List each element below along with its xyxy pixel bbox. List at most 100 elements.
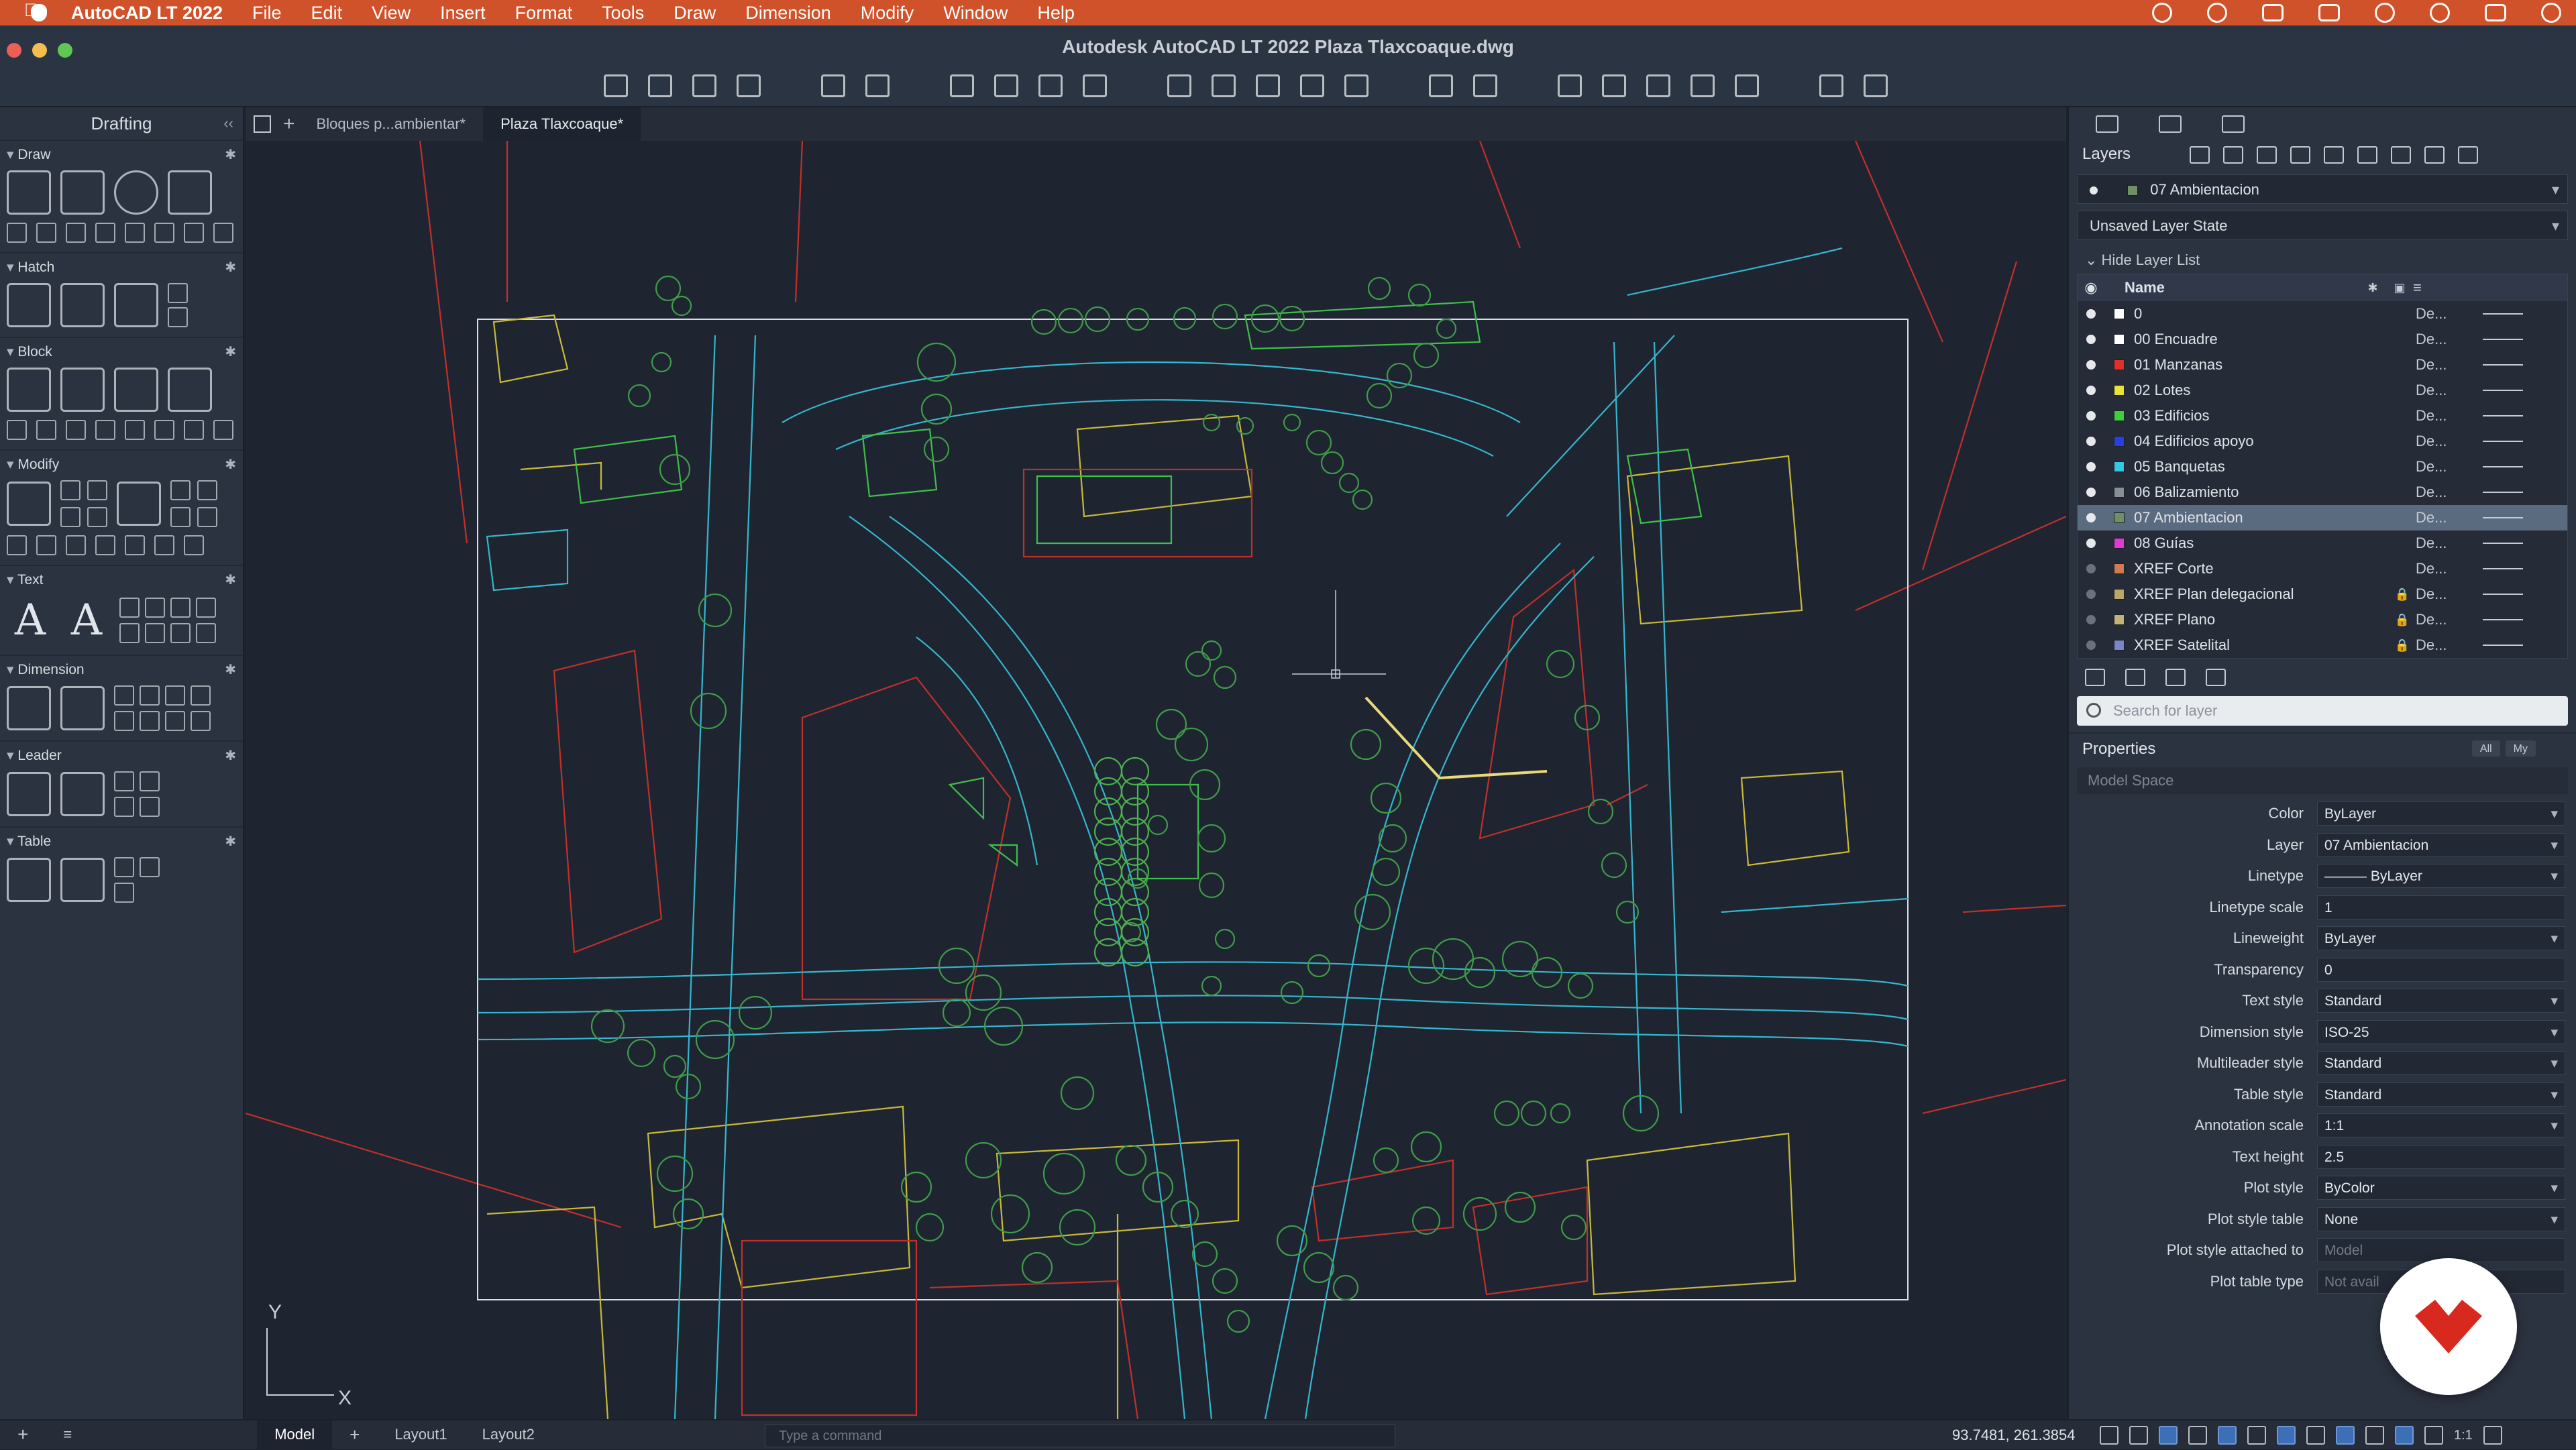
block-tool-2-icon[interactable]: [36, 420, 56, 440]
new-layout-icon[interactable]: +: [332, 1420, 377, 1449]
find-text-icon[interactable]: [145, 623, 165, 643]
new-file-icon[interactable]: [604, 74, 628, 97]
layer-visibility-toggle[interactable]: [2078, 535, 2104, 552]
layer-linetype[interactable]: De...: [2416, 560, 2483, 577]
menu-modify[interactable]: Modify: [861, 3, 914, 23]
filter-my-button[interactable]: My: [2505, 740, 2536, 757]
layer-unisolate-icon[interactable]: [2290, 146, 2310, 164]
region-tool-icon[interactable]: [168, 283, 188, 303]
menu-insert[interactable]: Insert: [440, 3, 486, 23]
property-value[interactable]: Standard: [2317, 1051, 2565, 1076]
layer-row[interactable]: 07 Ambientacion De...: [2078, 505, 2567, 531]
layer-visibility-toggle[interactable]: [2078, 636, 2104, 654]
layer-state-dropdown[interactable]: Unsaved Layer State: [2077, 211, 2568, 241]
layer-row[interactable]: XREF Plano 🔒 De...: [2078, 607, 2567, 632]
gear-icon[interactable]: ✱: [225, 144, 236, 166]
property-value[interactable]: 2.5: [2317, 1144, 2565, 1169]
menu-tools[interactable]: Tools: [602, 3, 644, 23]
layer-color-swatch[interactable]: [2114, 309, 2125, 319]
name-column-header[interactable]: Name: [2104, 279, 2359, 296]
lineweight-icon[interactable]: [2306, 1426, 2325, 1445]
layer-row[interactable]: 03 Edificios De...: [2078, 403, 2567, 429]
layer-color-swatch[interactable]: [2114, 614, 2125, 625]
layer-thaw-icon[interactable]: [2458, 146, 2478, 164]
dim-tool-3-icon[interactable]: [165, 685, 185, 706]
layer-color-swatch[interactable]: [2114, 436, 2125, 447]
grid-icon[interactable]: [2100, 1426, 2118, 1445]
layer-visibility-toggle[interactable]: [2078, 585, 2104, 603]
selection-cycling-icon[interactable]: [2365, 1426, 2384, 1445]
annotation-scale-value[interactable]: 1:1: [2454, 1426, 2473, 1445]
boundary-tool-icon[interactable]: [114, 283, 158, 327]
property-value[interactable]: Standard: [2317, 989, 2565, 1013]
leader-edit-icon[interactable]: [60, 772, 105, 816]
menu-help[interactable]: Help: [1037, 3, 1075, 23]
dim-tool-6-icon[interactable]: [140, 711, 160, 731]
layer-row[interactable]: 05 Banquetas De...: [2078, 454, 2567, 480]
spellcheck-icon[interactable]: [145, 598, 165, 618]
layer-lineweight[interactable]: [2483, 390, 2523, 391]
annotation-visibility-icon[interactable]: [2395, 1426, 2414, 1445]
menu-file[interactable]: File: [252, 3, 282, 23]
layer-freeze-icon[interactable]: [2190, 146, 2210, 164]
layer-search-input[interactable]: Search for layer: [2077, 696, 2568, 726]
layer-lineweight[interactable]: [2483, 594, 2523, 595]
batch-plot-icon[interactable]: [994, 74, 1018, 97]
apple-menu-icon[interactable]: [24, 0, 58, 25]
block-tool-6-icon[interactable]: [154, 420, 174, 440]
menu-dimension[interactable]: Dimension: [745, 3, 831, 23]
dim-tool-4-icon[interactable]: [191, 685, 211, 706]
gear-icon[interactable]: ✱: [225, 341, 236, 364]
stretch-tool-icon[interactable]: [7, 535, 27, 555]
pdf-text-icon[interactable]: [196, 598, 216, 618]
layer-color-swatch[interactable]: [2114, 385, 2125, 396]
tab-layout2[interactable]: Layout2: [465, 1420, 552, 1449]
layer-linetype[interactable]: De...: [2416, 458, 2483, 476]
rectangle-tool-icon[interactable]: [168, 170, 212, 215]
layer-linetype[interactable]: De...: [2416, 611, 2483, 628]
property-value[interactable]: ByColor: [2317, 1176, 2565, 1201]
layer-row[interactable]: 00 Encuadre De...: [2078, 327, 2567, 352]
layer-lineweight[interactable]: [2483, 339, 2523, 340]
trim-tool-icon[interactable]: [117, 482, 161, 526]
layer-lineweight[interactable]: [2483, 466, 2523, 467]
layer-linetype[interactable]: De...: [2416, 382, 2483, 399]
annotation-scale-icon[interactable]: [2424, 1426, 2443, 1445]
data-extraction-icon[interactable]: [60, 858, 105, 902]
property-value[interactable]: ByLayer: [2317, 926, 2565, 951]
layer-match-icon[interactable]: [2391, 146, 2411, 164]
publish-icon[interactable]: [1083, 74, 1107, 97]
text-edit-icon[interactable]: [119, 623, 140, 643]
move-tool-icon[interactable]: [7, 482, 51, 526]
menu-draw[interactable]: Draw: [674, 3, 716, 23]
section-hatch-header[interactable]: Hatch ✱: [0, 256, 243, 279]
layer-visibility-toggle[interactable]: [2078, 407, 2104, 425]
layer-linetype[interactable]: De...: [2416, 356, 2483, 374]
layer-previous-icon[interactable]: [2424, 146, 2445, 164]
layer-color-swatch[interactable]: [2114, 563, 2125, 574]
block-tool-3-icon[interactable]: [66, 420, 86, 440]
menu-edit[interactable]: Edit: [311, 3, 343, 23]
layer-linetype[interactable]: De...: [2416, 305, 2483, 323]
property-value[interactable]: ISO-25: [2317, 1019, 2565, 1045]
sync-icon[interactable]: [2207, 3, 2227, 23]
isodraft-icon[interactable]: [2218, 1426, 2237, 1445]
layer-color-swatch[interactable]: [2114, 461, 2125, 472]
layer-lineweight[interactable]: [2483, 492, 2523, 493]
layer-states-icon[interactable]: [1602, 74, 1626, 97]
layer-row[interactable]: XREF Plan delegacional 🔒 De...: [2078, 581, 2567, 607]
hide-layer-list-toggle[interactable]: Hide Layer List: [2069, 247, 2576, 274]
property-value[interactable]: 1:1: [2317, 1113, 2565, 1138]
layer-color-swatch[interactable]: [2114, 512, 2125, 523]
layer-color-swatch[interactable]: [2114, 410, 2125, 421]
section-table-header[interactable]: Table ✱: [0, 830, 243, 853]
layer-visibility-toggle[interactable]: [2078, 611, 2104, 628]
current-layer-dropdown[interactable]: 07 Ambientacion: [2077, 174, 2568, 205]
blocks-tab-icon[interactable]: [2159, 115, 2182, 133]
section-draw-header[interactable]: Draw ✱: [0, 144, 243, 166]
dimension-edit-icon[interactable]: [60, 686, 105, 730]
tab-layout1[interactable]: Layout1: [377, 1420, 464, 1449]
layer-lineweight[interactable]: [2483, 364, 2523, 366]
object-snap-icon[interactable]: [2277, 1426, 2296, 1445]
layer-visibility-toggle[interactable]: [2078, 458, 2104, 476]
